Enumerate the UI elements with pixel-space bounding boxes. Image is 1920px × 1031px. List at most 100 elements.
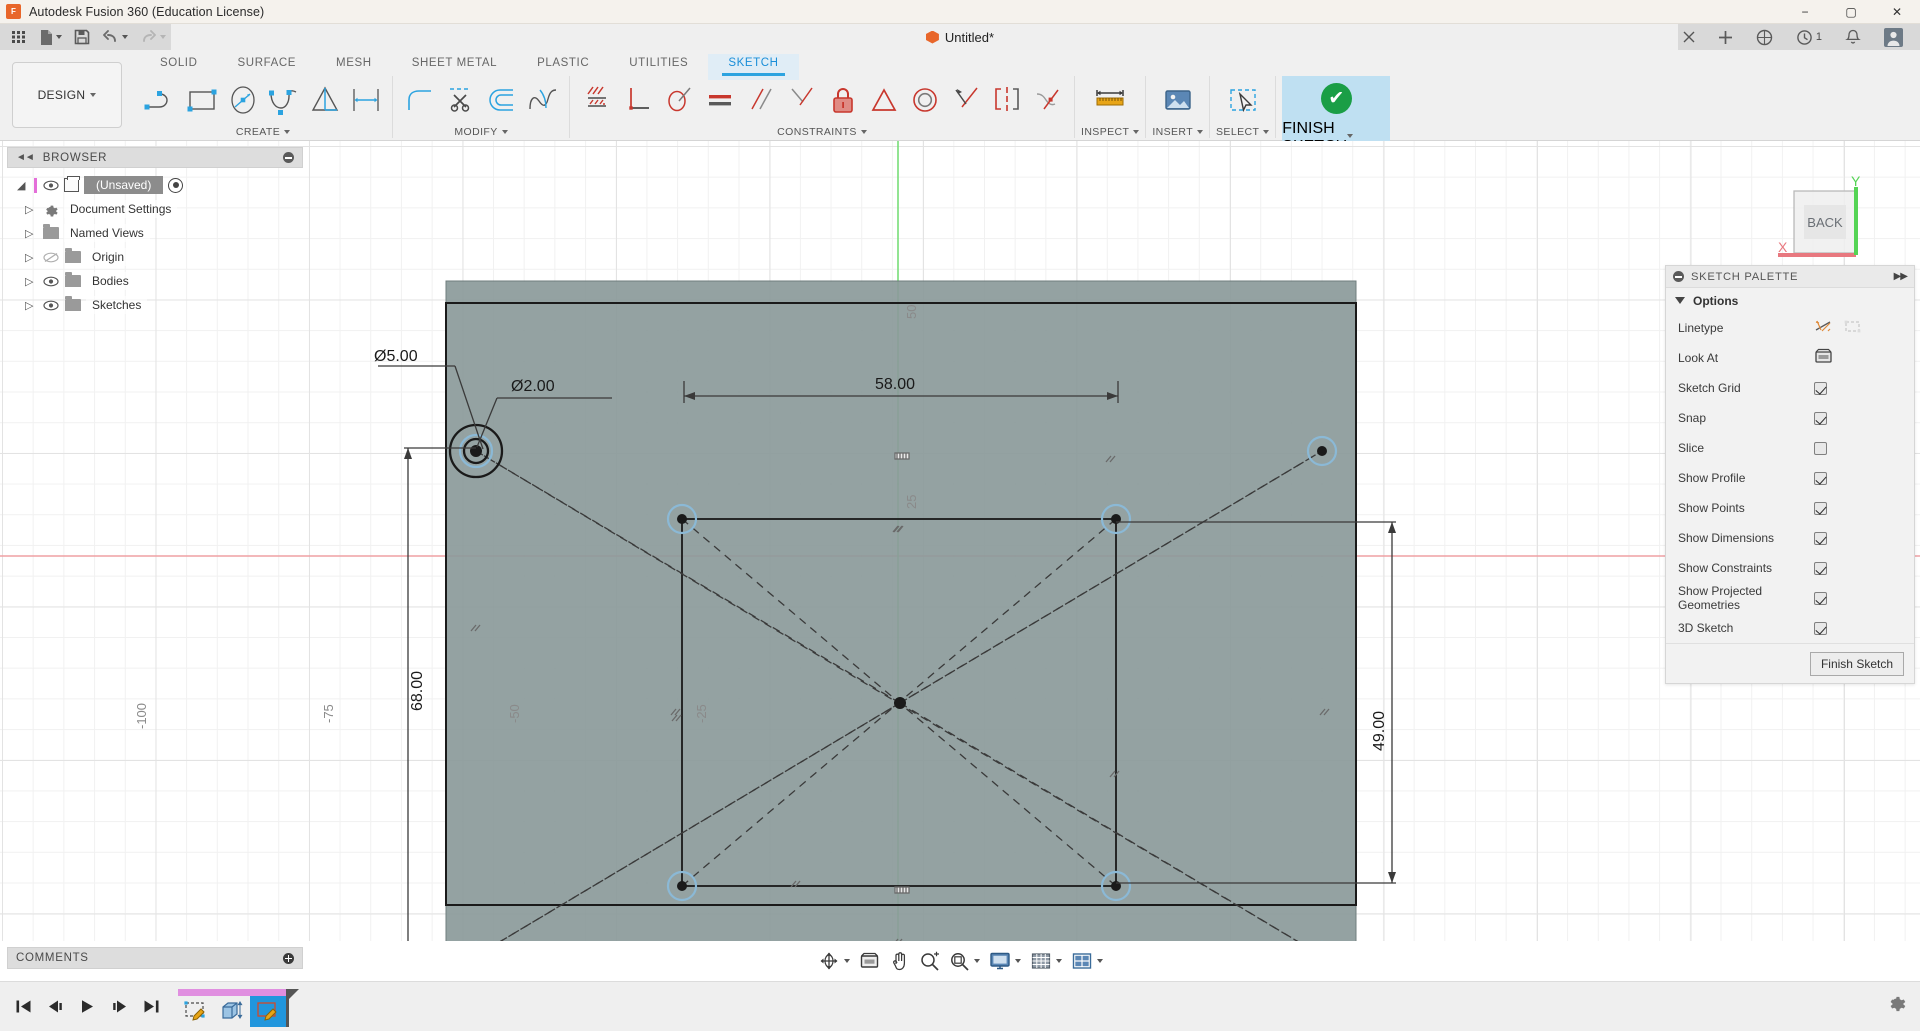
tab-mesh[interactable]: MESH [316,54,392,73]
orbit-icon[interactable] [814,946,854,976]
checkbox-show-profile[interactable] [1814,471,1827,485]
chevron-down-icon[interactable] [160,35,166,39]
browser-header[interactable]: ◄◄ BROWSER [7,147,303,168]
option-show-points[interactable]: Show Points [1666,493,1914,523]
visibility-eye-icon[interactable] [42,276,59,287]
timeline-marker-flag[interactable] [286,988,299,1002]
gear-icon[interactable] [1886,992,1906,1017]
linetype-normal-icon[interactable] [1814,318,1833,338]
grid-snaps-icon[interactable] [1026,946,1066,976]
equal-icon[interactable] [699,78,740,122]
tangent-icon[interactable] [658,78,699,122]
option-show-projected-geometries[interactable]: Show Projected Geometries [1666,583,1914,613]
triangle-down-icon[interactable] [1675,297,1685,304]
play-icon[interactable] [78,998,96,1016]
step-back-icon[interactable] [46,998,64,1016]
insert-image-icon[interactable] [1154,78,1202,122]
go-to-beginning-icon[interactable] [14,998,32,1016]
circle-icon[interactable] [222,78,263,122]
option-sketch-grid[interactable]: Sketch Grid [1666,373,1914,403]
redo-icon[interactable] [135,25,171,49]
close-document-button[interactable] [1678,25,1700,49]
zoom-icon[interactable] [915,946,944,976]
visibility-eye-icon[interactable] [42,180,59,191]
chevron-down-icon[interactable] [1014,959,1021,963]
timeline-item-sketch[interactable] [178,996,214,1027]
dimension-icon[interactable] [345,78,386,122]
option-3d-sketch[interactable]: 3D Sketch [1666,613,1914,643]
panel-label-select[interactable]: SELECT [1216,124,1270,139]
chevron-down-icon[interactable] [860,129,867,134]
trim-icon[interactable] [440,78,481,122]
panel-label-insert[interactable]: INSERT [1152,124,1204,139]
option-show-constraints[interactable]: Show Constraints [1666,553,1914,583]
fix-constraint-icon[interactable] [822,78,863,122]
spline-icon[interactable] [263,78,304,122]
collapse-left-icon[interactable]: ◄◄ [16,152,35,163]
chevron-down-icon[interactable] [56,35,62,39]
tab-surface[interactable]: SURFACE [218,54,317,73]
data-panel-icon[interactable] [1751,25,1778,49]
chevron-down-icon[interactable] [1197,129,1204,134]
linetype-construction-icon[interactable] [1843,318,1862,338]
offset-icon[interactable] [481,78,522,122]
finish-sketch-panel[interactable]: FINISH SKETCH [1282,76,1391,155]
concentric-icon[interactable] [904,78,945,122]
go-to-end-icon[interactable] [142,998,160,1016]
polygon-icon[interactable] [304,78,345,122]
checkbox-slice[interactable] [1814,441,1827,455]
close-button[interactable]: ✕ [1874,0,1920,24]
collinear-icon[interactable] [945,78,986,122]
minimize-button[interactable]: − [1782,0,1828,24]
save-icon[interactable] [69,25,95,49]
tab-sheet-metal[interactable]: SHEET METAL [392,54,517,73]
symmetry-icon[interactable] [986,78,1027,122]
tree-item-sketches[interactable]: ▷ Sketches [7,293,303,317]
checkbox-sketch-grid[interactable] [1814,381,1827,395]
checkbox-snap[interactable] [1814,411,1827,425]
curvature-icon[interactable] [522,78,563,122]
timeline-item-sketch-2[interactable] [250,995,286,1027]
horizontal-vertical-icon[interactable] [576,78,617,122]
tree-item-unsaved[interactable]: ◢ (Unsaved) [7,173,303,197]
panel-label-constraints[interactable]: CONSTRAINTS [777,124,867,139]
checkbox-3d-sketch[interactable] [1814,621,1827,635]
option-show-dimensions[interactable]: Show Dimensions [1666,523,1914,553]
account-avatar[interactable] [1879,25,1908,49]
chevron-down-icon[interactable] [1055,959,1062,963]
tab-utilities[interactable]: UTILITIES [609,54,708,73]
coincident-icon[interactable] [781,78,822,122]
workspace-switcher[interactable]: DESIGN [12,62,122,128]
checkbox-show-points[interactable] [1814,501,1827,515]
chevron-down-icon[interactable] [843,959,850,963]
chevron-down-icon[interactable] [501,129,508,134]
app-grid-icon[interactable] [6,25,32,49]
expand-arrow-icon[interactable]: ◢ [17,179,29,192]
finish-sketch-button[interactable]: Finish Sketch [1809,651,1904,676]
viewports-icon[interactable] [1067,946,1107,976]
visibility-eye-off-icon[interactable] [42,252,59,263]
options-section-header[interactable]: Options [1666,288,1914,313]
step-forward-icon[interactable] [110,998,128,1016]
minus-icon[interactable] [283,152,294,163]
chevron-down-icon[interactable] [284,129,291,134]
chevron-down-icon[interactable] [1096,959,1103,963]
tree-item-origin[interactable]: ▷ Origin [7,245,303,269]
option-show-profile[interactable]: Show Profile [1666,463,1914,493]
chevron-down-icon[interactable] [1133,129,1140,134]
expand-arrow-icon[interactable]: ▷ [25,203,37,216]
sketch-palette-header[interactable]: SKETCH PALETTE ▶▶ [1666,266,1914,288]
panel-label-inspect[interactable]: INSPECT [1081,124,1140,139]
look-at-icon[interactable] [1814,348,1833,368]
select-cursor-icon[interactable] [1219,78,1267,122]
line-icon[interactable] [140,78,181,122]
new-file-icon[interactable] [34,25,67,49]
curvature-constraint-icon[interactable] [1027,78,1068,122]
midpoint-icon[interactable] [863,78,904,122]
visibility-eye-icon[interactable] [42,300,59,311]
chevron-down-icon[interactable] [122,35,128,39]
tab-solid[interactable]: SOLID [140,54,218,73]
job-status-icon[interactable]: 1 [1791,25,1827,49]
maximize-button[interactable]: ▢ [1828,0,1874,24]
measure-icon[interactable] [1086,78,1134,122]
